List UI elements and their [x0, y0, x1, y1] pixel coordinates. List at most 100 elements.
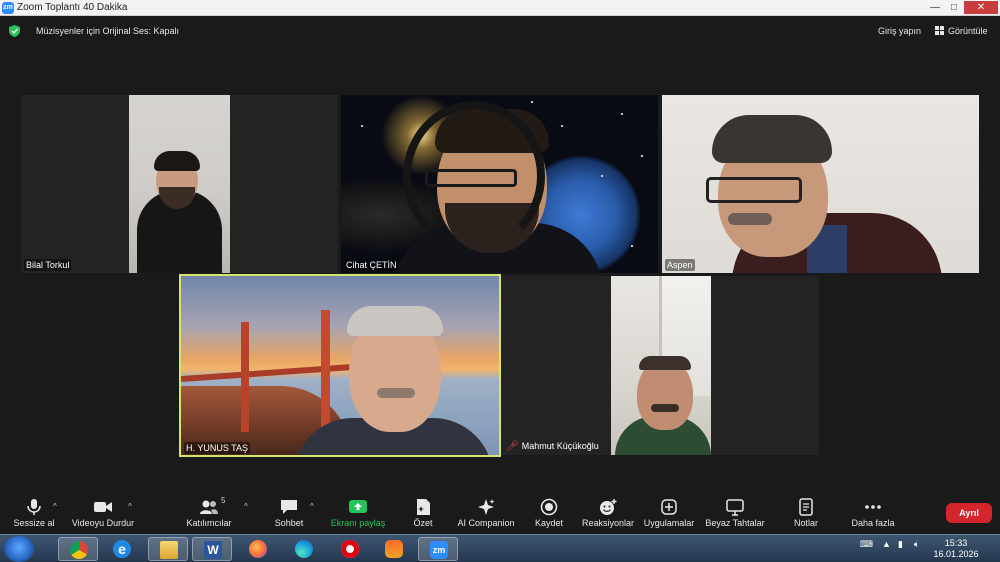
- participant-name: H. YUNUS TAŞ: [184, 442, 251, 454]
- shield-icon[interactable]: [9, 25, 20, 37]
- more-dots-icon: [865, 505, 881, 509]
- notes-icon: [799, 498, 813, 516]
- opera-icon: [341, 540, 359, 558]
- participants-icon: [200, 500, 218, 514]
- chat-label: Sohbet: [274, 518, 304, 528]
- whiteboard-label: Beyaz Tahtalar: [705, 518, 765, 528]
- leave-button[interactable]: Ayrıl: [946, 503, 992, 523]
- participants-options-caret[interactable]: ^: [244, 502, 248, 511]
- maximize-button[interactable]: □: [945, 1, 963, 14]
- smiley-icon: [600, 499, 617, 515]
- title-bar: zm Zoom Toplantı 40 Dakika — □ ✕: [0, 0, 1000, 16]
- share-screen-label: Ekranı paylaş: [330, 518, 386, 528]
- taskbar-brave[interactable]: [374, 537, 414, 561]
- tray-show-hidden-icon[interactable]: ▲: [882, 539, 891, 549]
- record-button[interactable]: Kaydet: [530, 492, 568, 534]
- chrome-icon: [70, 541, 88, 559]
- ai-sparkle-icon: [478, 499, 495, 515]
- video-options-caret[interactable]: ^: [128, 502, 132, 511]
- whiteboard-button[interactable]: Beyaz Tahtalar: [704, 492, 766, 534]
- ie-icon: e: [113, 540, 131, 558]
- firefox-icon: [249, 540, 267, 558]
- participants-label: Katılımcılar: [186, 518, 232, 528]
- participants-button[interactable]: Katılımcılar: [180, 492, 238, 534]
- edge-icon: [295, 540, 313, 558]
- windows-taskbar: e W zm ⌨ ▲ ▮ 🔈︎ 15:33 16.01.2026: [0, 534, 1000, 562]
- taskbar-edge[interactable]: [284, 537, 324, 561]
- stop-video-button[interactable]: Videoyu Durdur: [66, 492, 140, 534]
- apps-icon: [661, 499, 677, 515]
- close-button[interactable]: ✕: [964, 1, 998, 14]
- view-button[interactable]: Görüntüle: [935, 24, 988, 38]
- record-icon: [540, 498, 558, 516]
- chat-button[interactable]: Sohbet: [266, 492, 312, 534]
- taskbar-opera[interactable]: [330, 537, 370, 561]
- reactions-button[interactable]: Reaksiyonlar: [582, 492, 634, 534]
- mute-label: Sessize al: [13, 518, 55, 528]
- tray-volume-icon[interactable]: 🔈︎: [914, 539, 919, 550]
- share-screen-button[interactable]: Ekranı paylaş: [328, 492, 388, 534]
- video-tile-cihat-cetin[interactable]: Cihat ÇETİN: [341, 95, 658, 273]
- participant-name: Mahmut Küçükoğlu: [521, 441, 599, 451]
- minimize-button[interactable]: —: [926, 1, 944, 14]
- apps-button[interactable]: Uygulamalar: [642, 492, 696, 534]
- view-label: Görüntüle: [948, 26, 988, 36]
- participant-name: Bilal Torkul: [24, 259, 72, 271]
- participant-name: Aspen: [665, 259, 695, 271]
- video-camera-icon: [94, 502, 112, 512]
- meeting-toolbar: Sessize al ^ Videoyu Durdur ^ Katılımcıl…: [0, 492, 1000, 534]
- word-icon: W: [204, 541, 222, 559]
- original-sound-toggle[interactable]: Müzisyenler için Orijinal Ses: Kapalı: [36, 24, 179, 38]
- zoom-meeting-window: zm Zoom Toplantı 40 Dakika — □ ✕ Müzisye…: [0, 0, 1000, 562]
- more-button[interactable]: Daha fazla: [846, 492, 900, 534]
- mic-muted-icon: 🎤︎: [506, 441, 519, 452]
- taskbar-internet-explorer[interactable]: e: [102, 537, 142, 561]
- chat-bubble-icon: [281, 500, 297, 514]
- video-tile-bilal-torkul[interactable]: Bilal Torkul: [21, 95, 338, 273]
- participant-video: [611, 276, 711, 455]
- notes-label: Notlar: [793, 518, 818, 528]
- more-label: Daha fazla: [851, 518, 895, 528]
- reactions-label: Reaksiyonlar: [582, 518, 635, 528]
- tray-network-icon[interactable]: ▮: [898, 539, 903, 550]
- participants-count: 5: [221, 496, 226, 505]
- grid-view-icon: [935, 26, 944, 35]
- brave-icon: [385, 540, 403, 558]
- participant-name-row: 🎤︎ Mahmut Küçükoğlu: [504, 440, 601, 453]
- explorer-icon: [160, 541, 178, 559]
- taskbar-firefox[interactable]: [238, 537, 278, 561]
- stop-video-label: Videoyu Durdur: [71, 518, 135, 528]
- summary-button[interactable]: Özet: [404, 492, 442, 534]
- clock-time: 15:33: [944, 538, 968, 548]
- mute-button[interactable]: Sessize al: [8, 492, 60, 534]
- start-button[interactable]: [4, 536, 34, 562]
- audio-options-caret[interactable]: ^: [53, 502, 57, 511]
- notes-button[interactable]: Notlar: [786, 492, 826, 534]
- video-tile-mahmut-kucukoglu[interactable]: 🎤︎ Mahmut Küçükoğlu: [501, 276, 819, 455]
- zoom-app-icon: zm: [2, 2, 14, 14]
- ai-companion-button[interactable]: AI Companion: [456, 492, 516, 534]
- video-tile-h-yunus-tas[interactable]: H. YUNUS TAŞ: [179, 274, 501, 457]
- taskbar-file-explorer[interactable]: [148, 537, 188, 561]
- apps-label: Uygulamalar: [643, 518, 695, 528]
- headset: [403, 101, 545, 251]
- video-tile-aspen[interactable]: Aspen: [662, 95, 979, 273]
- participant-video: [129, 95, 230, 273]
- record-label: Kaydet: [534, 518, 564, 528]
- share-screen-icon: [349, 500, 367, 513]
- zoom-icon: zm: [430, 541, 448, 559]
- taskbar-chrome[interactable]: [58, 537, 98, 561]
- taskbar-zoom[interactable]: zm: [418, 537, 458, 561]
- summary-document-icon: [417, 499, 430, 515]
- chat-options-caret[interactable]: ^: [310, 502, 314, 511]
- tray-keyboard-icon[interactable]: ⌨: [860, 539, 873, 550]
- summary-label: Özet: [413, 518, 433, 528]
- system-clock[interactable]: 15:33 16.01.2026: [932, 538, 980, 560]
- taskbar-word[interactable]: W: [192, 537, 232, 561]
- whiteboard-icon: [726, 499, 744, 516]
- microphone-icon: [27, 499, 41, 515]
- window-title: Zoom Toplantı 40 Dakika: [17, 2, 128, 13]
- clock-date: 16.01.2026: [933, 549, 979, 559]
- participant-name: Cihat ÇETİN: [344, 259, 399, 271]
- sign-in-button[interactable]: Giriş yapın: [878, 24, 921, 38]
